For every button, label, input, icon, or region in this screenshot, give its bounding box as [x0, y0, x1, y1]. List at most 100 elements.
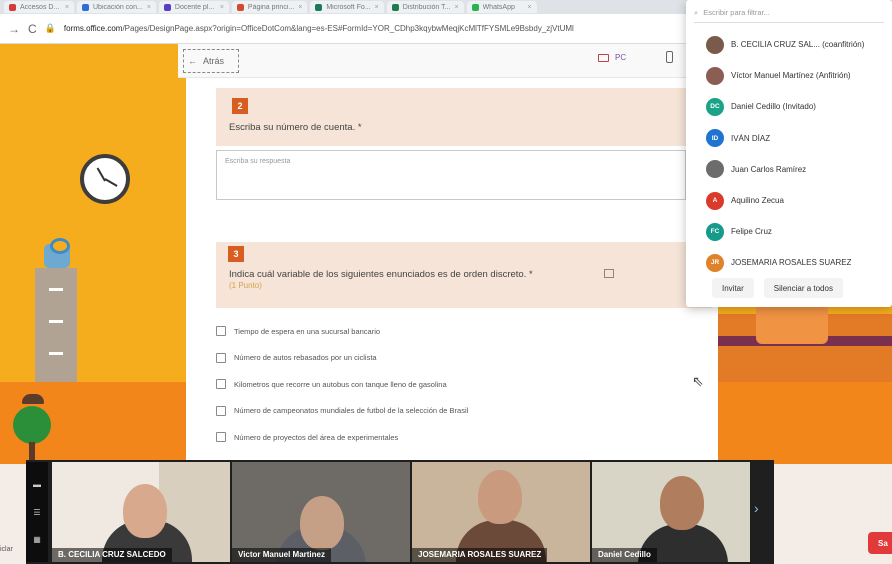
- mobile-preview-icon[interactable]: [666, 51, 673, 63]
- browser-tab[interactable]: Ubicación con... ×: [77, 1, 156, 13]
- tab-favicon-icon: [82, 3, 89, 11]
- tab-label: Microsoft Fo...: [326, 3, 371, 11]
- answer-field[interactable]: Escriba su respuesta: [216, 150, 686, 200]
- participant-filter-input[interactable]: ⌕ Escribir para filtrar...: [694, 3, 884, 23]
- participant-item[interactable]: B. CECILIA CRUZ SAL... (coanfitrión): [686, 29, 892, 60]
- participant-name: JOSEMARIA ROSALES SUAREZ: [731, 258, 852, 268]
- question-number: 2: [232, 98, 248, 114]
- option-item[interactable]: Tiempo de espera en una sucursal bancari…: [216, 318, 468, 345]
- pc-preview-button[interactable]: PC: [598, 53, 626, 62]
- option-label: Kilometros que recorre un autobus con ta…: [234, 379, 447, 389]
- option-item[interactable]: Número de autos rebasados por un ciclist…: [216, 345, 468, 372]
- participant-item[interactable]: JR JOSEMARIA ROSALES SUAREZ: [686, 247, 892, 278]
- checkbox[interactable]: [216, 352, 226, 363]
- question-3: 3 Indica cuál variable de los siguientes…: [216, 242, 712, 308]
- url-path: /Pages/DesignPage.aspx?origin=OfficeDotC…: [122, 24, 574, 33]
- checkbox[interactable]: [216, 379, 226, 390]
- form-body: 2 Escriba su número de cuenta. * Escriba…: [186, 78, 718, 464]
- tab-favicon-icon: [471, 3, 479, 11]
- tree-illustration: [13, 406, 51, 444]
- participants-panel: ⌕ Escribir para filtrar... B. CECILIA CR…: [686, 0, 892, 307]
- filter-placeholder: Escribir para filtrar...: [703, 8, 770, 17]
- video-tile[interactable]: Daniel Cedillo: [592, 462, 750, 562]
- list-view-icon[interactable]: ☰: [33, 508, 40, 517]
- minimize-icon[interactable]: ▬: [33, 480, 41, 489]
- left-illustration: [0, 44, 186, 468]
- next-page-icon[interactable]: ›: [754, 500, 759, 516]
- option-item[interactable]: Número de proyectos del área de experime…: [216, 424, 468, 451]
- question-number: 3: [228, 246, 244, 262]
- browser-tab[interactable]: Página princi... ×: [231, 1, 308, 13]
- participant-name-label: B. CECILIA CRUZ SALCEDO: [52, 548, 172, 562]
- browser-tab[interactable]: Microsoft Fo... ×: [310, 1, 384, 13]
- checkbox[interactable]: [216, 405, 226, 416]
- tab-close-icon[interactable]: ×: [65, 4, 69, 11]
- participant-item[interactable]: Víctor Manuel Martínez (Anfitrión): [686, 60, 892, 91]
- participant-name-label: JOSEMARIA ROSALES SUAREZ: [412, 548, 548, 562]
- tab-favicon-icon: [391, 3, 399, 11]
- option-label: Número de autos rebasados por un ciclist…: [234, 353, 377, 363]
- gallery-controls: ▬ ☰ ▦: [26, 462, 48, 562]
- reload-icon[interactable]: C: [28, 22, 37, 36]
- participant-list: B. CECILIA CRUZ SAL... (coanfitrión) Víct…: [686, 29, 892, 279]
- url-host: forms.office.com: [63, 24, 123, 33]
- avatar: [706, 160, 724, 179]
- person-face: [300, 496, 344, 550]
- tab-close-icon[interactable]: ×: [454, 4, 458, 11]
- tab-favicon-icon: [9, 3, 16, 11]
- avatar: DC: [706, 97, 724, 116]
- participant-item[interactable]: FC Felipe Cruz: [686, 216, 892, 247]
- back-label: Atrás: [203, 56, 225, 66]
- participant-item[interactable]: Juan Carlos Ramírez: [686, 154, 892, 185]
- participant-name-label: Victor Manuel Martinez: [232, 548, 331, 562]
- person-face: [123, 484, 167, 538]
- question-text: Escriba su número de cuenta. *: [229, 122, 362, 133]
- browser-tab[interactable]: Accesos D... ×: [4, 1, 74, 13]
- tab-favicon-icon: [236, 3, 244, 11]
- sofa-illustration: [718, 304, 892, 384]
- video-tile[interactable]: B. CECILIA CRUZ SALCEDO: [52, 462, 230, 562]
- tab-close-icon[interactable]: ×: [220, 4, 224, 11]
- option-item[interactable]: Número de campeonatos mundiales de futbo…: [216, 398, 468, 425]
- browser-tab[interactable]: Docente pl... ×: [158, 1, 229, 13]
- tab-close-icon[interactable]: ×: [147, 4, 151, 11]
- avatar: JR: [706, 253, 724, 272]
- immersive-reader-icon[interactable]: [604, 269, 614, 278]
- participant-item[interactable]: DC Daniel Cedillo (Invitado): [686, 91, 892, 122]
- question-2: 2 Escriba su número de cuenta. *: [216, 88, 712, 146]
- back-button[interactable]: ← Atrás: [183, 49, 239, 73]
- tab-close-icon[interactable]: ×: [375, 4, 379, 11]
- mute-all-button[interactable]: Silenciar a todos: [763, 278, 843, 298]
- person-face: [660, 476, 704, 530]
- url-text[interactable]: forms.office.com/Pages/DesignPage.aspx?o…: [64, 24, 574, 33]
- back-arrow-icon[interactable]: →: [8, 22, 20, 36]
- screen: Accesos D... × Ubicación con... × Docente pl…: [0, 0, 892, 564]
- invite-button[interactable]: Invitar: [712, 278, 754, 298]
- tab-close-icon[interactable]: ×: [298, 4, 302, 11]
- browser-tab[interactable]: Distribución T... ×: [386, 1, 464, 13]
- monitor-icon: [598, 53, 609, 62]
- browser-tab[interactable]: WhatsApp ×: [466, 1, 537, 13]
- checkbox[interactable]: [216, 326, 226, 337]
- gallery-view-icon[interactable]: ▦: [33, 535, 41, 544]
- tab-label: Accesos D...: [20, 3, 60, 11]
- question-points: (1 Punto): [229, 281, 262, 290]
- option-item[interactable]: Kilometros que recorre un autobus con ta…: [216, 371, 468, 398]
- participant-name: B. CECILIA CRUZ SAL... (coanfitrión): [731, 40, 865, 50]
- video-tile[interactable]: Victor Manuel Martinez: [232, 462, 410, 562]
- participant-item[interactable]: A Aquilino Zecua: [686, 185, 892, 216]
- participant-item[interactable]: ID IVÁN DÍAZ: [686, 123, 892, 154]
- participant-name: IVÁN DÍAZ: [731, 133, 771, 143]
- avatar: ID: [706, 129, 724, 148]
- leave-button[interactable]: Sa: [868, 532, 892, 554]
- clock-icon: [80, 154, 130, 204]
- option-label: Número de proyectos del área de experime…: [234, 432, 399, 442]
- tab-close-icon[interactable]: ×: [527, 4, 531, 11]
- forms-toolbar: ← Atrás PC: [178, 44, 698, 78]
- tab-favicon-icon: [163, 3, 171, 11]
- mouse-cursor-icon: ⇖: [692, 373, 704, 389]
- person-face: [478, 470, 522, 524]
- floor-right: [718, 382, 892, 464]
- checkbox[interactable]: [216, 432, 226, 443]
- video-tile[interactable]: JOSEMARIA ROSALES SUAREZ: [412, 462, 590, 562]
